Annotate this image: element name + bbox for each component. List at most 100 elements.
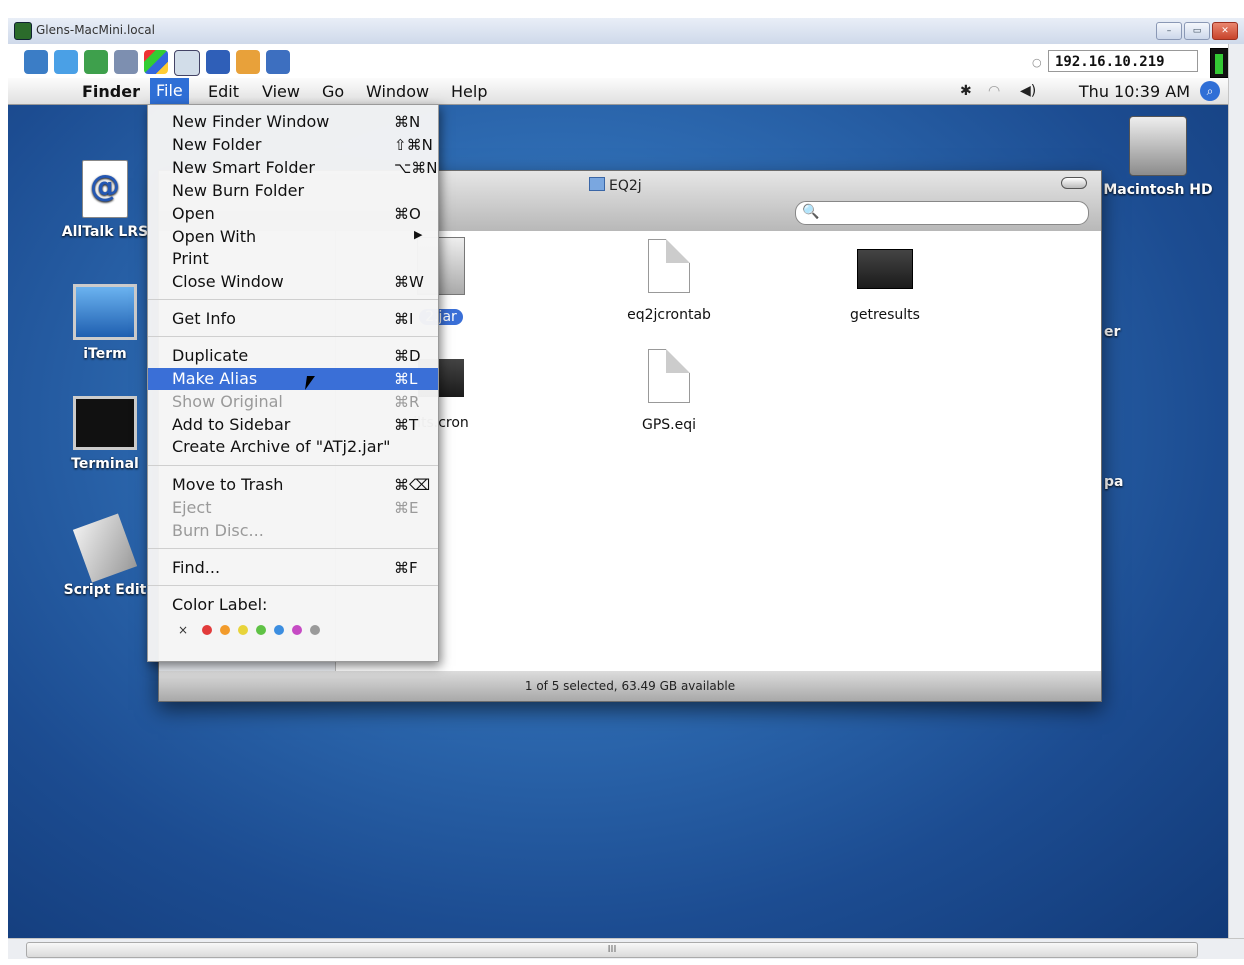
menu-item-burn-disc: Burn Disc... [172,521,264,540]
menu-item-move-to-trash[interactable]: Move to Trash ⌘⌫ [148,474,438,496]
file-item[interactable]: GPS.eqi [599,349,739,433]
menu-item-open-with[interactable]: Open With ▶ [148,226,438,248]
menu-item-make-alias[interactable]: Make Alias ⌘L [148,368,438,390]
submenu-arrow-icon: ▶ [414,228,423,241]
menu-item-duplicate[interactable]: Duplicate ⌘D [148,345,438,367]
menu-go[interactable]: Go [322,82,344,101]
windows-icon[interactable] [144,50,168,74]
http-document-icon: @ [82,160,128,218]
menu-view[interactable]: View [262,82,300,101]
iterm-app-icon [73,284,137,340]
vnc-title-bar: Glens-MacMini.local – ▭ ✕ [8,18,1244,45]
mac-menubar: Finder File Edit View Go Window Help ✱ ◠… [8,78,1228,105]
color-label-yellow[interactable] [238,625,249,635]
menu-item-show-original: Show Original ⌘R [172,392,420,411]
file-item-label: GPS.eqi [641,417,697,433]
file-item-label: getresults [850,307,920,323]
menu-item-add-to-sidebar[interactable]: Add to Sidebar ⌘T [148,414,438,436]
menu-item-close-window[interactable]: Close Window ⌘W [148,271,438,293]
menu-finder[interactable]: Finder [82,82,140,101]
scrollbar-thumb[interactable]: III [26,942,1198,958]
desktop-icon-label: Script Edit [63,582,147,598]
menu-separator [148,465,438,466]
color-label-orange[interactable] [220,625,231,635]
menu-separator [148,299,438,300]
folder-icon [589,177,605,191]
file-item[interactable]: getresults [815,239,955,323]
menu-help[interactable]: Help [451,82,487,101]
minimize-button[interactable]: – [1156,22,1182,40]
menu-item-print[interactable]: Print [148,248,438,270]
color-label-red[interactable] [202,625,213,635]
toolbar-toggle-button[interactable] [1061,177,1087,189]
spotlight-icon[interactable]: ⌕ [1200,81,1220,101]
menu-item-find[interactable]: Find... ⌘F [148,557,438,579]
partial-desktop-label: er [1104,324,1121,340]
menu-item-new-burn-folder[interactable]: New Burn Folder [148,180,438,202]
menu-item-new-finder-window[interactable]: New Finder Window ⌘N [148,111,438,133]
menu-item-eject: Eject ⌘E [172,498,419,517]
document-icon [648,349,690,403]
desktop-icon-iterm[interactable]: iTerm [60,284,150,362]
hard-drive-icon [1129,116,1187,176]
menu-item-get-info[interactable]: Get Info ⌘I [148,308,438,330]
menu-item-new-smart-folder[interactable]: New Smart Folder ⌥⌘N [148,157,438,179]
wifi-icon[interactable]: ◠ [988,83,1000,99]
keyboard-icon[interactable] [174,50,200,76]
refresh-icon[interactable] [114,50,138,74]
file-menu: New Finder Window ⌘N New Folder ⇧⌘N New Sm… [147,104,439,662]
menu-item-create-archive[interactable]: Create Archive of "ATj2.jar" [148,436,438,458]
screen-icon[interactable] [54,50,78,74]
desktop-icon-label: AllTalk LRS [61,224,149,240]
menu-item-open[interactable]: Open ⌘O [148,203,438,225]
desktop-icon-label: Macintosh HD [1103,182,1213,198]
menu-separator [148,336,438,337]
finder-status-bar: 1 of 5 selected, 63.49 GB available [159,671,1101,701]
desktop-icon-macintosh-hd[interactable]: Macintosh HD [1098,116,1218,198]
search-icon: 🔍 [802,204,820,220]
maximize-button[interactable]: ▭ [1184,22,1210,40]
menu-item-new-folder[interactable]: New Folder ⇧⌘N [148,134,438,156]
script-editor-app-icon [72,513,138,583]
menu-separator [148,548,438,549]
host-address-field[interactable]: 192.16.10.219 [1048,50,1198,72]
network-icon[interactable] [24,50,48,74]
desktop-icon-label: Terminal [71,456,139,472]
disconnect-icon[interactable] [266,50,290,74]
desktop-icon-script-editor[interactable]: Script Edit [60,513,150,598]
file-item[interactable]: eq2jcrontab [599,239,739,323]
bluetooth-icon[interactable]: ✱ [960,83,972,99]
menu-separator [148,585,438,586]
close-button[interactable]: ✕ [1212,22,1238,40]
host-search-icon: ○ [1032,56,1042,69]
partial-desktop-label: pa [1104,474,1124,490]
vertical-scrollbar[interactable] [1228,44,1244,938]
color-label-green[interactable] [256,625,267,635]
globe-icon[interactable] [84,50,108,74]
desktop-icon-terminal[interactable]: Terminal [60,396,150,472]
color-label-picker: × [178,623,321,637]
chat-icon[interactable] [236,50,260,74]
menu-file[interactable]: File [150,78,189,104]
vnc-toolbar: ○ 192.16.10.219 [8,44,1244,79]
file-item-label: eq2jcrontab [627,307,711,323]
volume-icon[interactable]: ◀) [1020,83,1036,99]
vnc-window-title: Glens-MacMini.local [36,23,155,37]
color-label-purple[interactable] [292,625,303,635]
desktop-icon-alltalk[interactable]: @ AllTalk LRS [60,160,150,240]
desktop-icon-label: iTerm [83,346,127,362]
horizontal-scrollbar[interactable]: III [8,938,1244,959]
color-label-gray[interactable] [310,625,321,635]
finder-title: EQ2j [589,177,642,194]
color-label-none[interactable]: × [178,623,188,637]
file-transfer-icon[interactable] [206,50,230,74]
menu-window[interactable]: Window [366,82,429,101]
executable-icon [857,249,913,289]
menu-edit[interactable]: Edit [208,82,239,101]
menu-item-color-label: Color Label: [172,595,268,614]
menubar-clock[interactable]: Thu 10:39 AM [1079,82,1190,101]
terminal-app-icon [73,396,137,450]
document-icon [648,239,690,293]
color-label-blue[interactable] [274,625,285,635]
finder-search-field[interactable]: 🔍 [795,201,1089,225]
